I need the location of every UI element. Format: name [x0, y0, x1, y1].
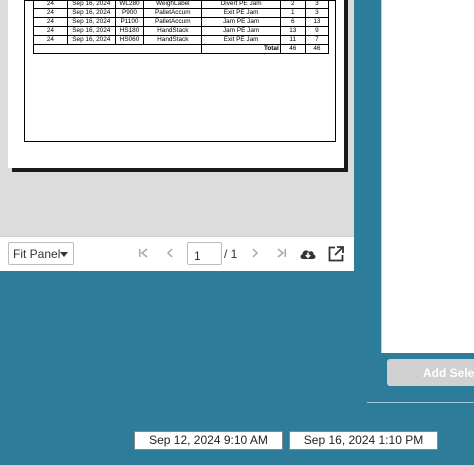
- last-page-icon[interactable]: [275, 246, 289, 260]
- cloud-download-icon[interactable]: [298, 244, 318, 264]
- table-cell-n1: 6: [279, 17, 306, 27]
- total-n2: 46: [304, 44, 330, 54]
- open-external-icon[interactable]: [326, 244, 346, 264]
- table-cell-id: 24: [33, 26, 68, 36]
- table-cell-id: 24: [33, 8, 68, 18]
- table-cell-device: HS180: [114, 26, 145, 36]
- table-cell-n1: 2: [279, 0, 306, 9]
- table-cell-n2: 3: [304, 0, 330, 9]
- table-cell-date: Sep 16, 2024: [66, 17, 116, 27]
- first-page-icon[interactable]: [136, 246, 150, 260]
- table-cell-fault: Exit PE Jam: [201, 35, 281, 45]
- table-cell-date: Sep 16, 2024: [66, 35, 116, 45]
- chevron-down-icon: [60, 252, 68, 257]
- panel-divider: [367, 402, 474, 403]
- table-cell-id: 24: [33, 35, 68, 45]
- table-row: 24 Sep 16, 2024 P900 PalletAccum Exit PE Jam…: [33, 8, 330, 18]
- table-cell-n2: 7: [304, 35, 330, 45]
- table-cell-area: PalletAccum: [143, 8, 203, 18]
- next-page-icon[interactable]: [248, 246, 262, 260]
- total-spacer: [32, 44, 202, 54]
- fit-panel-select[interactable]: Fit Panel: [8, 242, 74, 265]
- report-table: 24 Sep 16, 2024 WL280 WeighLabel Divert PE J…: [32, 0, 330, 54]
- table-cell-date: Sep 16, 2024: [66, 26, 116, 36]
- page-number-input[interactable]: [187, 242, 222, 265]
- table-cell-area: HandStack: [143, 35, 203, 45]
- table-row: 24 Sep 16, 2024 WL280 WeighLabel Divert PE J…: [33, 0, 330, 9]
- selection-panel: [381, 0, 474, 353]
- table-cell-area: HandStack: [143, 26, 203, 36]
- table-row: 24 Sep 16, 2024 HS180 HandStack Jam PE Jam 13…: [33, 26, 330, 36]
- end-date-field[interactable]: Sep 16, 2024 1:10 PM: [289, 431, 438, 450]
- table-cell-fault: Jam PE Jam: [201, 26, 281, 36]
- add-selected-button[interactable]: Add Selected: [387, 359, 474, 386]
- table-cell-date: Sep 16, 2024: [66, 8, 116, 18]
- report-viewer: 24 Sep 16, 2024 WL280 WeighLabel Divert PE J…: [0, 0, 354, 271]
- total-row: Total 46 46: [32, 44, 330, 54]
- table-cell-n2: 3: [304, 8, 330, 18]
- table-cell-n1: 13: [279, 26, 306, 36]
- table-cell-area: PalletAccum: [143, 17, 203, 27]
- table-cell-device: HS060: [114, 35, 145, 45]
- table-cell-id: 24: [33, 0, 68, 9]
- total-label: Total: [201, 44, 281, 54]
- page-count: / 1: [224, 247, 238, 261]
- total-n1: 46: [279, 44, 306, 54]
- report-frame: 24 Sep 16, 2024 WL280 WeighLabel Divert PE J…: [24, 0, 336, 142]
- table-cell-n1: 11: [279, 35, 306, 45]
- viewer-toolbar: Fit Panel / 1: [0, 236, 354, 271]
- table-cell-device: WL280: [114, 0, 145, 9]
- table-cell-n2: 9: [304, 26, 330, 36]
- table-row: 24 Sep 16, 2024 HS060 HandStack Exit PE Jam 1…: [33, 35, 330, 45]
- start-date-field[interactable]: Sep 12, 2024 9:10 AM: [134, 431, 283, 450]
- table-cell-device: P900: [114, 8, 145, 18]
- fit-panel-label: Fit Panel: [13, 247, 61, 261]
- table-cell-fault: Exit PE Jam: [201, 8, 281, 18]
- prev-page-icon[interactable]: [163, 246, 177, 260]
- table-cell-n1: 1: [279, 8, 306, 18]
- table-cell-device: P1100: [114, 17, 145, 27]
- report-page: 24 Sep 16, 2024 WL280 WeighLabel Divert PE J…: [8, 0, 344, 168]
- table-cell-id: 24: [33, 17, 68, 27]
- table-cell-date: Sep 16, 2024: [66, 0, 116, 9]
- table-cell-area: WeighLabel: [143, 0, 203, 9]
- table-cell-fault: Jam PE Jam: [201, 17, 281, 27]
- table-cell-n2: 13: [304, 17, 330, 27]
- table-cell-fault: Divert PE Jam: [201, 0, 281, 9]
- table-row: 24 Sep 16, 2024 P1100 PalletAccum Jam PE Jam…: [33, 17, 330, 27]
